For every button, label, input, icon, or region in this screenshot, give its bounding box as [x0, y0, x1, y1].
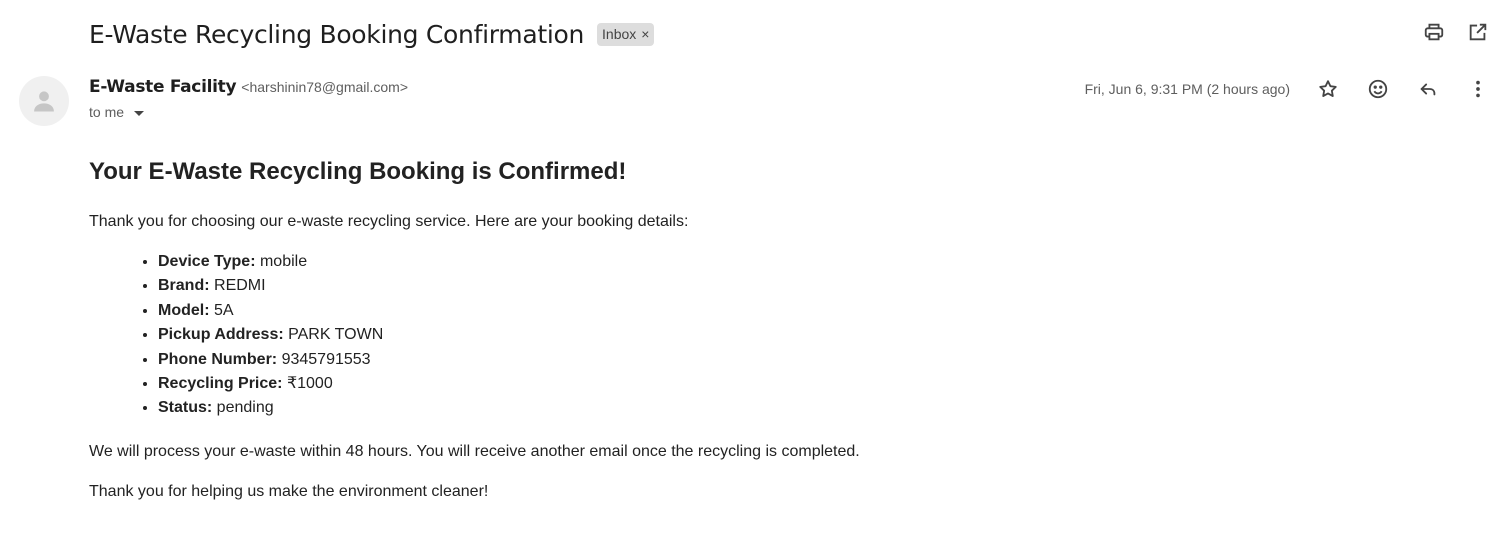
- inbox-label-chip[interactable]: Inbox ×: [597, 22, 655, 46]
- person-avatar-icon: [19, 76, 69, 126]
- list-item: Phone Number: 9345791553: [158, 348, 1389, 372]
- detail-label: Model:: [158, 301, 210, 319]
- list-item: Pickup Address: PARK TOWN: [158, 323, 1389, 347]
- detail-label: Phone Number:: [158, 350, 278, 368]
- detail-value: pending: [212, 399, 274, 417]
- detail-value: 9345791553: [277, 350, 371, 368]
- list-item: Model: 5A: [158, 299, 1389, 323]
- recipient-details-toggle[interactable]: to me: [89, 104, 145, 120]
- thanks-note: Thank you for helping us make the enviro…: [89, 482, 489, 500]
- detail-label: Device Type:: [158, 253, 256, 270]
- remove-label-button[interactable]: ×: [641, 27, 649, 41]
- email-body: Your E-Waste Recycling Booking is Confir…: [89, 158, 1389, 502]
- list-item: Status: pending: [158, 396, 1389, 420]
- detail-label: Recycling Price:: [158, 375, 283, 393]
- label-text: Inbox: [602, 25, 637, 42]
- email-view: E-Waste Recycling Booking Confirmation I…: [0, 0, 1498, 552]
- body-intro: Thank you for choosing our e-waste recyc…: [89, 213, 689, 230]
- detail-label: Status:: [158, 399, 213, 417]
- message-meta: Fri, Jun 6, 9:31 PM (2 hours ago): [1085, 76, 1490, 102]
- to-line-text: to me: [89, 104, 125, 120]
- booking-details-list: Device Type: mobile Brand: REDMI Model: …: [89, 250, 1389, 421]
- sender-line: E-Waste Facility <harshinin78@gmail.com>: [89, 77, 408, 97]
- list-item: Brand: REDMI: [158, 274, 1389, 298]
- detail-value: PARK TOWN: [283, 326, 384, 344]
- sender-name[interactable]: E-Waste Facility: [89, 77, 237, 97]
- body-heading: Your E-Waste Recycling Booking is Confir…: [89, 158, 627, 185]
- email-subject: E-Waste Recycling Booking Confirmation: [89, 19, 585, 49]
- list-item: Device Type: mobile: [158, 250, 1389, 274]
- emoji-reaction-icon[interactable]: [1366, 77, 1390, 101]
- more-vertical-icon[interactable]: [1466, 77, 1490, 101]
- detail-value: REDMI: [209, 277, 266, 295]
- processing-note: We will process your e-waste within 48 h…: [89, 442, 860, 460]
- detail-value: ₹1000: [282, 375, 333, 393]
- email-date: Fri, Jun 6, 9:31 PM (2 hours ago): [1084, 81, 1290, 97]
- reply-icon[interactable]: [1416, 77, 1440, 101]
- message-actions: [1316, 77, 1490, 101]
- detail-label: Pickup Address:: [158, 326, 284, 344]
- chevron-down-icon: [134, 110, 145, 116]
- subject-row: E-Waste Recycling Booking Confirmation I…: [89, 14, 655, 54]
- top-actions: [1422, 20, 1490, 44]
- star-icon[interactable]: [1316, 77, 1340, 101]
- detail-label: Brand:: [158, 277, 210, 295]
- open-in-new-window-icon[interactable]: [1466, 20, 1490, 44]
- detail-value: mobile: [255, 253, 308, 270]
- print-icon[interactable]: [1422, 20, 1446, 44]
- sender-email: <harshinin78@gmail.com>: [241, 79, 409, 95]
- list-item: Recycling Price: ₹1000: [158, 372, 1389, 396]
- detail-value: 5A: [209, 301, 234, 319]
